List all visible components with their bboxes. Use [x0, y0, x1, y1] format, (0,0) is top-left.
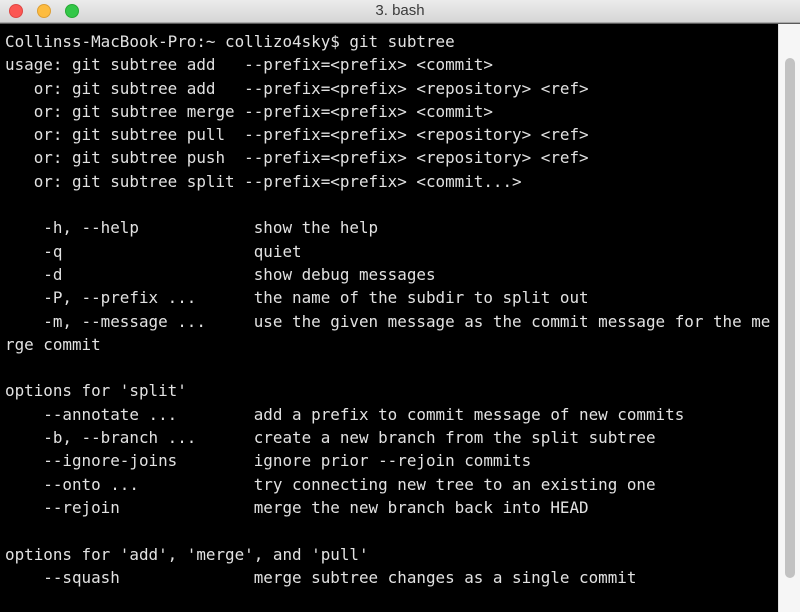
output-line: -b, --branch ... create a new branch fro… — [5, 428, 656, 448]
scrollbar-thumb[interactable] — [785, 57, 795, 579]
output-line: usage: git subtree add --prefix=<prefix>… — [5, 55, 493, 75]
output-line: --ignore-joins ignore prior --rejoin com… — [5, 451, 532, 471]
terminal-output[interactable]: Collinss-MacBook-Pro:~ collizo4sky$ git … — [0, 24, 778, 612]
window-title: 3. bash — [375, 2, 425, 19]
output-line: rge commit — [5, 334, 101, 354]
vertical-scrollbar[interactable] — [778, 24, 800, 612]
output-line: -m, --message ... use the given message … — [5, 311, 771, 331]
output-line: -q quiet — [5, 241, 302, 261]
output-line: --annotate ... add a prefix to commit me… — [5, 404, 685, 424]
output-line: -P, --prefix ... the name of the subdir … — [5, 288, 589, 308]
output-line: --squash merge subtree changes as a sing… — [5, 567, 637, 587]
prompt-line: Collinss-MacBook-Pro:~ collizo4sky$ git … — [5, 32, 455, 51]
output-line: or: git subtree pull --prefix=<prefix> <… — [5, 125, 589, 145]
terminal-lines: Collinss-MacBook-Pro:~ collizo4sky$ git … — [5, 30, 770, 589]
output-line: -d show debug messages — [5, 264, 436, 284]
output-line: --onto ... try connecting new tree to an… — [5, 474, 656, 494]
output-line: --rejoin merge the new branch back into … — [5, 497, 589, 517]
output-line: or: git subtree push --prefix=<prefix> <… — [5, 148, 589, 168]
output-line: or: git subtree add --prefix=<prefix> <r… — [5, 78, 589, 98]
output-line: options for 'split' — [5, 381, 187, 401]
title-bar[interactable]: 3. bash — [0, 0, 800, 23]
output-line: or: git subtree merge --prefix=<prefix> … — [5, 101, 493, 121]
terminal-window: 3. bash Collinss-MacBook-Pro:~ collizo4s… — [0, 0, 800, 612]
output-line: or: git subtree split --prefix=<prefix> … — [5, 171, 522, 191]
output-line: -h, --help show the help — [5, 218, 379, 238]
output-line: options for 'add', 'merge', and 'pull' — [5, 544, 369, 564]
